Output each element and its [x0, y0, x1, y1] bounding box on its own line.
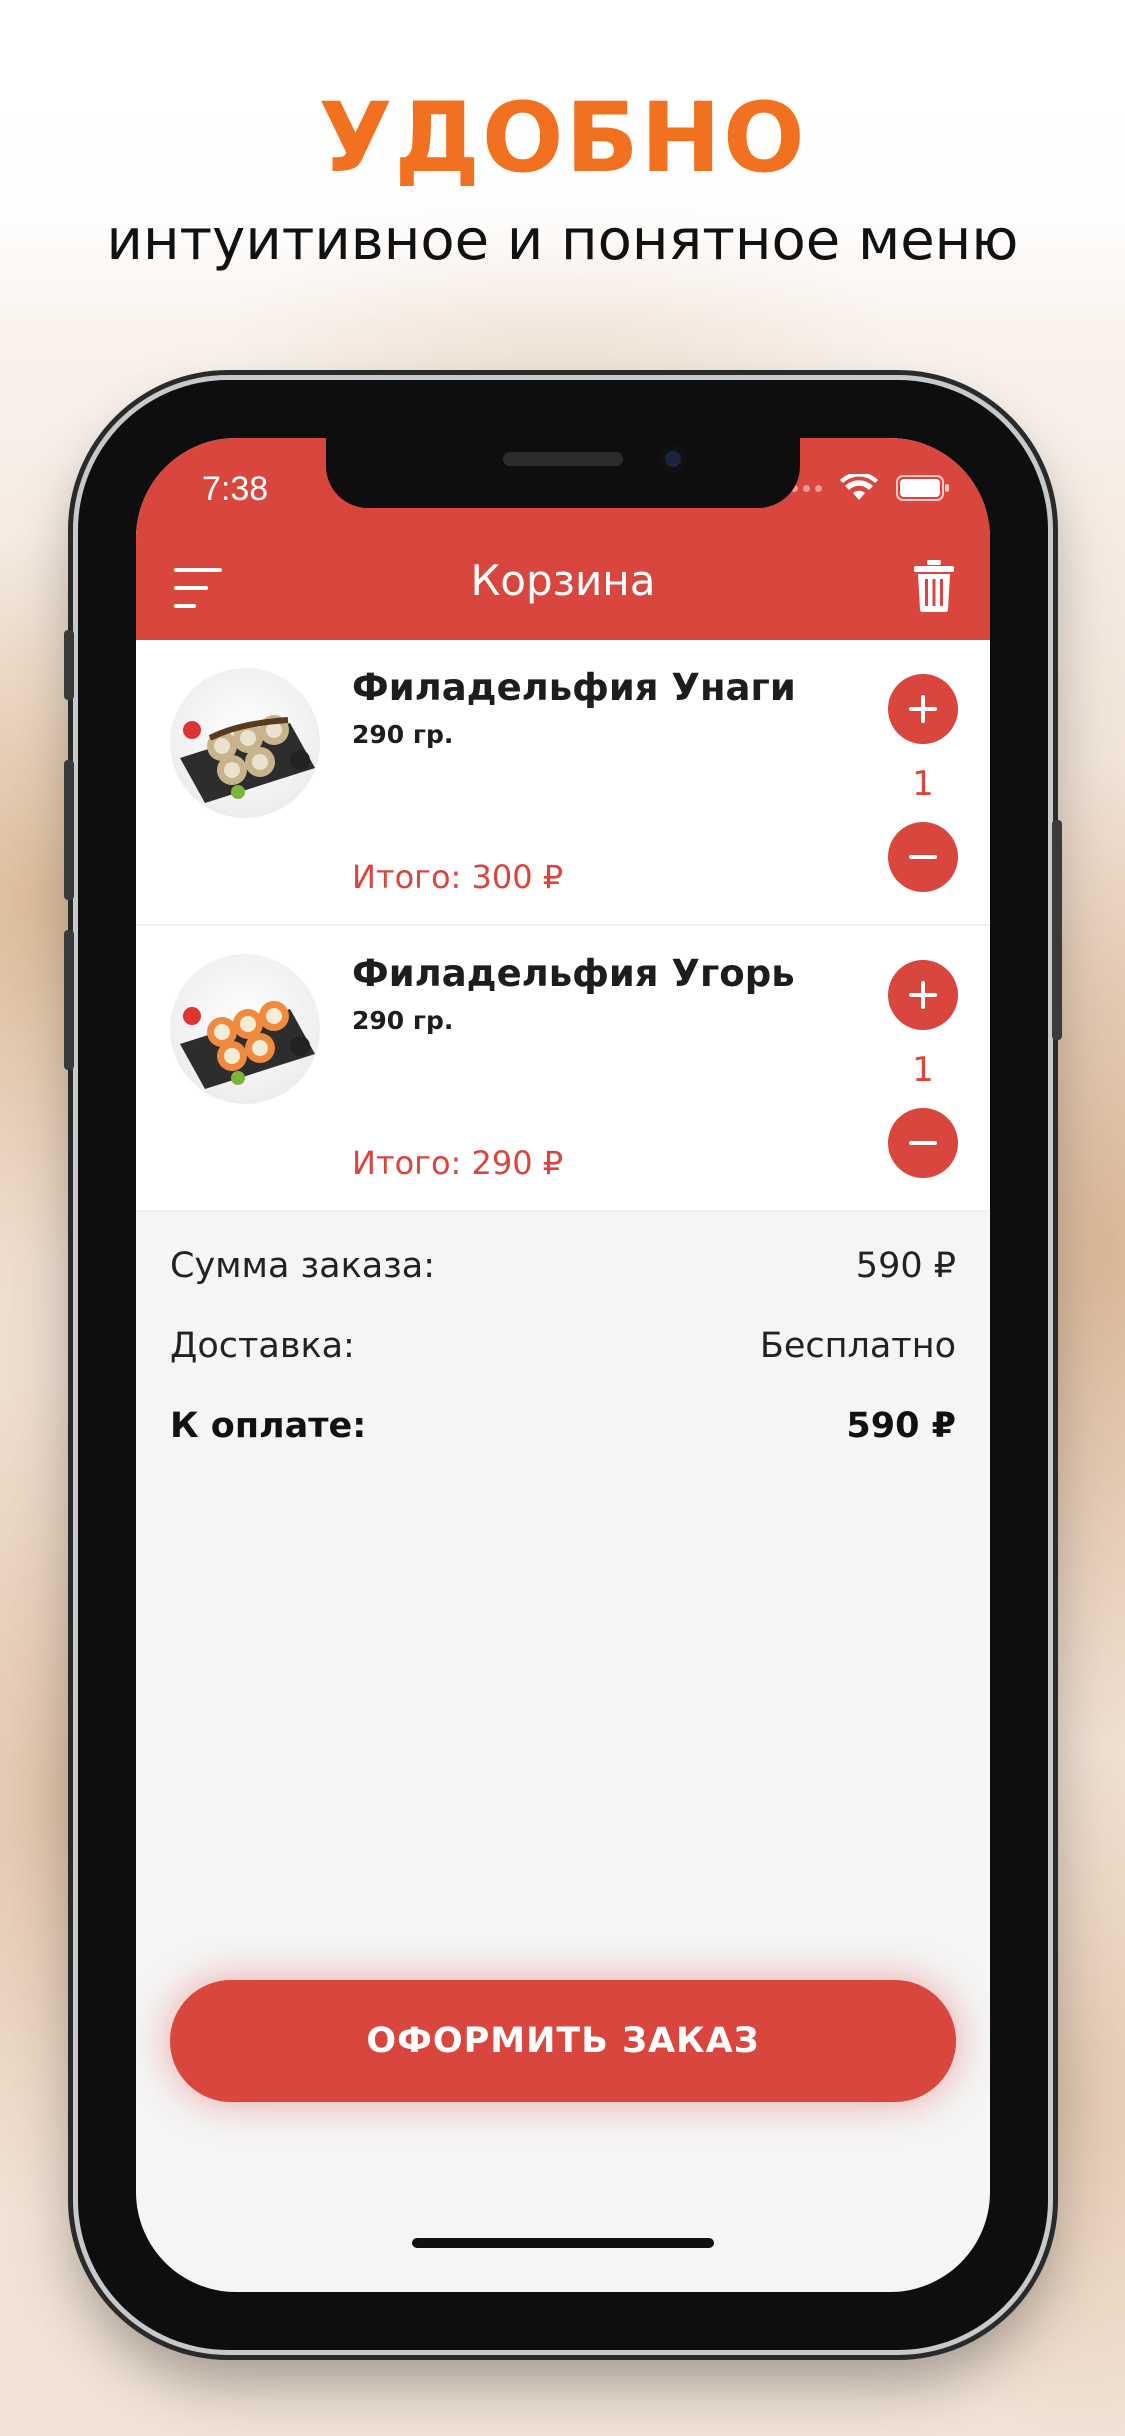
- product-name: Филадельфия Угорь: [352, 952, 795, 995]
- product-name: Филадельфия Унаги: [352, 666, 796, 709]
- subtotal-label: Сумма заказа:: [170, 1246, 436, 1286]
- minus-icon: [909, 1141, 937, 1145]
- cart-item: Филадельфия Унаги 290 гр. Итого: 300 ₽ 1: [136, 640, 990, 926]
- checkout-button[interactable]: ОФОРМИТЬ ЗАКАЗ: [170, 1980, 956, 2102]
- order-summary: Сумма заказа: 590 ₽ Доставка: Бесплатно …: [170, 1246, 956, 1486]
- delivery-label: Доставка:: [170, 1326, 355, 1366]
- status-time: 7:38: [202, 470, 269, 508]
- increase-quantity-button[interactable]: [888, 960, 958, 1030]
- speaker-grille: [503, 452, 623, 466]
- quantity-value: 1: [912, 1050, 934, 1090]
- plus-icon: [909, 695, 937, 723]
- plus-icon: [909, 981, 937, 1009]
- cart-list: Филадельфия Унаги 290 гр. Итого: 300 ₽ 1: [136, 640, 990, 1212]
- wifi-icon: [840, 474, 878, 500]
- phone-volume-down: [64, 930, 74, 1070]
- cart-item: Филадельфия Угорь 290 гр. Итого: 290 ₽ 1: [136, 926, 990, 1212]
- promo-subline: интуитивное и понятное меню: [106, 208, 1019, 273]
- subtotal-row: Сумма заказа: 590 ₽: [170, 1246, 956, 1326]
- minus-icon: [909, 855, 937, 859]
- front-camera: [660, 446, 686, 472]
- quantity-value: 1: [912, 764, 934, 804]
- phone-mute-switch: [64, 630, 74, 700]
- pay-row: К оплате: 590 ₽: [170, 1406, 956, 1486]
- product-total: Итого: 290 ₽: [352, 1144, 564, 1182]
- product-weight: 290 гр.: [352, 720, 454, 749]
- battery-icon: [896, 475, 949, 501]
- delivery-row: Доставка: Бесплатно: [170, 1326, 956, 1406]
- product-weight: 290 гр.: [352, 1006, 454, 1035]
- product-image: [170, 954, 320, 1104]
- decrease-quantity-button[interactable]: [888, 1108, 958, 1178]
- page-title: Корзина: [470, 556, 656, 605]
- phone-volume-up: [64, 760, 74, 900]
- pay-label: К оплате:: [170, 1406, 367, 1446]
- app-screen: 7:38 Корзина Филадельфия Унаги 290 гр. И…: [136, 438, 990, 2292]
- delivery-value: Бесплатно: [759, 1326, 956, 1366]
- increase-quantity-button[interactable]: [888, 674, 958, 744]
- phone-frame: 7:38 Корзина Филадельфия Унаги 290 гр. И…: [64, 380, 1062, 2350]
- phone-notch: [326, 438, 800, 508]
- product-image: [170, 668, 320, 818]
- trash-icon[interactable]: [914, 560, 954, 612]
- decrease-quantity-button[interactable]: [888, 822, 958, 892]
- product-total: Итого: 300 ₽: [352, 858, 564, 896]
- status-icons: [779, 474, 950, 502]
- pay-value: 590 ₽: [846, 1406, 956, 1446]
- phone-power-button: [1052, 820, 1062, 1040]
- promo-headline: УДОБНО: [318, 82, 807, 194]
- home-indicator: [412, 2238, 714, 2248]
- subtotal-value: 590 ₽: [855, 1246, 956, 1286]
